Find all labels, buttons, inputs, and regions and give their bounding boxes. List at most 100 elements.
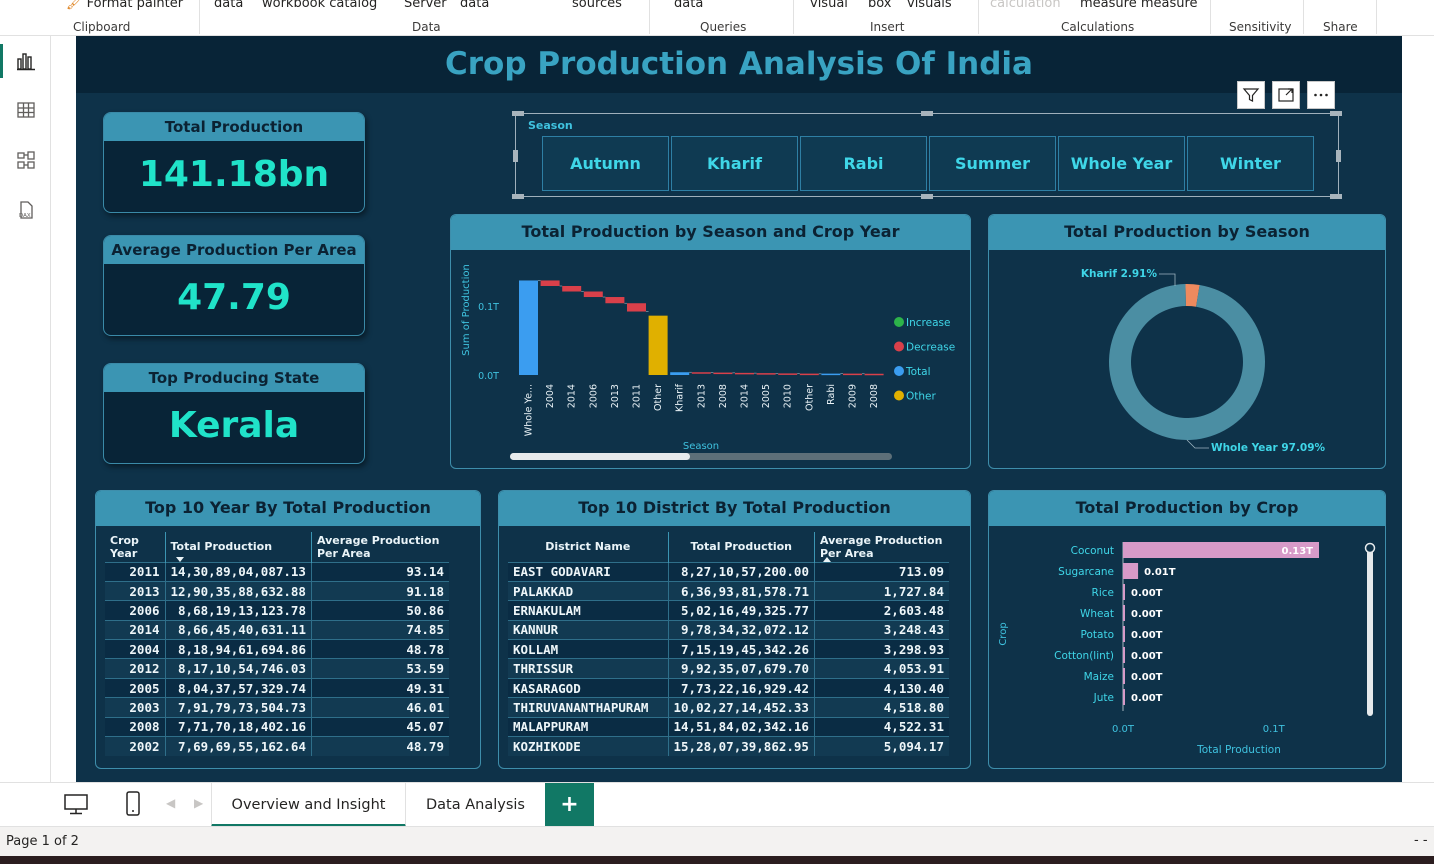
ribbon-data-3[interactable]: data	[674, 0, 703, 11]
ribbon-box[interactable]: box	[868, 0, 892, 11]
ribbon-visuals[interactable]: visuals	[907, 0, 952, 11]
resize-handle[interactable]	[1330, 194, 1342, 199]
year-row[interactable]: 2004 8,18,94,61,694.86 48.78	[105, 639, 449, 659]
season-option-kharif[interactable]: Kharif	[671, 136, 798, 191]
year-row[interactable]: 2003 7,91,79,73,504.73 46.01	[105, 697, 449, 718]
waterfall-bar[interactable]	[799, 373, 819, 376]
year-row[interactable]: 2014 8,66,45,40,631.11 74.85	[105, 619, 449, 640]
crop-bar[interactable]	[1123, 689, 1125, 705]
column-header-avg-production[interactable]: Average Production Per Area	[814, 532, 949, 562]
year-row[interactable]: 2012 8,17,10,54,746.03 53.59	[105, 658, 449, 679]
model-view-button[interactable]	[8, 142, 44, 178]
waterfall-bar[interactable]	[562, 285, 582, 292]
waterfall-bar[interactable]	[519, 280, 538, 375]
donut-slice[interactable]	[1109, 284, 1265, 440]
resize-handle[interactable]	[512, 111, 524, 116]
ribbon-server[interactable]: Server	[404, 0, 447, 11]
kpi-top-state[interactable]: Top Producing State Kerala	[103, 363, 365, 464]
waterfall-bar[interactable]	[735, 372, 754, 375]
year-row[interactable]: 2005 8,04,37,57,329.74 49.31	[105, 677, 449, 698]
district-row[interactable]: EAST GODAVARI 8,27,10,57,200.00 713.09	[508, 561, 949, 582]
year-row[interactable]: 2013 12,90,35,88,632.88 91.18	[105, 580, 449, 601]
season-option-winter[interactable]: Winter	[1187, 136, 1314, 191]
resize-handle[interactable]	[512, 194, 524, 199]
resize-handle[interactable]	[513, 150, 518, 162]
filter-button[interactable]	[1237, 81, 1265, 109]
ribbon-data-item[interactable]: data	[214, 0, 243, 11]
column-header-district[interactable]: District Name	[508, 532, 669, 562]
season-option-summer[interactable]: Summer	[929, 136, 1056, 191]
crop-panel[interactable]: Total Production by Crop Crop Total Prod…	[988, 490, 1386, 769]
district-row[interactable]: KOZHIKODE 15,28,07,39,862.95 5,094.17	[508, 736, 949, 756]
crop-bar[interactable]	[1123, 605, 1125, 621]
add-page-button[interactable]: +	[545, 783, 594, 827]
year-row[interactable]: 2002 7,69,69,55,162.64 48.79	[105, 736, 449, 756]
year-row[interactable]: 2008 7,71,70,18,402.16 45.07	[105, 716, 449, 737]
top-years-panel[interactable]: Top 10 Year By Total Production Crop Yea…	[95, 490, 481, 769]
district-row[interactable]: THIRUVANANTHAPURAM 10,02,27,14,452.33 4,51…	[508, 697, 949, 718]
kpi-total-production[interactable]: Total Production 141.18bn	[103, 112, 365, 213]
waterfall-bar[interactable]	[821, 373, 841, 376]
scroll-right-icon[interactable]: ▶	[194, 796, 203, 810]
resize-handle[interactable]	[1330, 111, 1342, 116]
crop-bar[interactable]	[1123, 668, 1125, 684]
ribbon-sources[interactable]: sources	[572, 0, 622, 11]
resize-handle[interactable]	[1336, 150, 1341, 162]
desktop-layout-button[interactable]	[63, 792, 89, 820]
focus-mode-button[interactable]	[1272, 81, 1300, 109]
season-option-rabi[interactable]: Rabi	[800, 136, 927, 191]
waterfall-bar[interactable]	[670, 372, 690, 375]
district-row[interactable]: KASARAGOD 7,73,22,16,929.42 4,130.40	[508, 677, 949, 698]
format-painter-button[interactable]: 🖌 Format painter	[66, 0, 183, 11]
tab-overview-and-insight[interactable]: Overview and Insight	[211, 783, 406, 827]
tab-data-analysis[interactable]: Data Analysis	[406, 783, 545, 827]
dax-query-view-button[interactable]: DAX	[8, 192, 44, 228]
scrollbar[interactable]	[1367, 546, 1373, 716]
district-row[interactable]: KOLLAM 7,15,19,45,342.26 3,298.93	[508, 639, 949, 659]
kpi-average-production[interactable]: Average Production Per Area 47.79	[103, 235, 365, 336]
column-header-total-production[interactable]: Total Production	[668, 532, 815, 562]
ribbon-measure[interactable]: measure measure	[1080, 0, 1198, 11]
district-row[interactable]: MALAPPURAM 14,51,84,02,342.16 4,522.31	[508, 716, 949, 737]
resize-handle[interactable]	[921, 194, 933, 199]
district-row[interactable]: THRISSUR 9,92,35,07,679.70 4,053.91	[508, 658, 949, 679]
table-view-button[interactable]	[8, 92, 44, 128]
scroll-left-icon[interactable]: ◀	[166, 796, 175, 810]
waterfall-bar[interactable]	[691, 372, 711, 374]
year-row[interactable]: 2011 14,30,89,04,087.13 93.14	[105, 561, 449, 582]
waterfall-bar[interactable]	[778, 373, 798, 375]
more-options-button[interactable]	[1307, 81, 1335, 109]
mobile-layout-button[interactable]	[124, 790, 142, 822]
donut-panel[interactable]: Total Production by Season Kharif 2.91% W…	[988, 214, 1386, 469]
season-option-whole-year[interactable]: Whole Year	[1058, 136, 1185, 191]
crop-bar[interactable]	[1123, 626, 1125, 642]
waterfall-panel[interactable]: Total Production by Season and Crop Year…	[450, 214, 971, 469]
waterfall-bar[interactable]	[605, 297, 625, 304]
waterfall-bar[interactable]	[843, 373, 862, 376]
waterfall-bar[interactable]	[864, 373, 884, 376]
waterfall-bar[interactable]	[713, 372, 733, 375]
district-row[interactable]: PALAKKAD 6,36,93,81,578.71 1,727.84	[508, 580, 949, 601]
scroll-handle[interactable]	[1364, 542, 1376, 554]
scrollbar-thumb[interactable]	[510, 453, 690, 460]
crop-bar[interactable]	[1123, 563, 1139, 579]
waterfall-bar[interactable]	[627, 303, 646, 312]
ribbon-workbook-catalog[interactable]: workbook catalog	[262, 0, 377, 11]
crop-bar[interactable]	[1123, 584, 1125, 600]
district-row[interactable]: ERNAKULAM 5,02,16,49,325.77 2,603.48	[508, 600, 949, 621]
season-option-autumn[interactable]: Autumn	[542, 136, 669, 191]
report-view-button[interactable]	[8, 43, 44, 79]
waterfall-bar[interactable]	[540, 280, 560, 286]
district-row[interactable]: KANNUR 9,78,34,32,072.12 3,248.43	[508, 619, 949, 640]
waterfall-bar[interactable]	[583, 291, 603, 298]
season-slicer[interactable]: Season Autumn Kharif Rabi Summer Whole Y…	[512, 111, 1342, 199]
top-districts-panel[interactable]: Top 10 District By Total Production Dist…	[498, 490, 971, 769]
waterfall-bar[interactable]	[756, 373, 776, 375]
year-row[interactable]: 2006 8,68,19,13,123.78 50.86	[105, 600, 449, 621]
crop-bar[interactable]	[1123, 647, 1125, 663]
ribbon-visual[interactable]: visual	[810, 0, 848, 11]
ribbon-data-2[interactable]: data	[460, 0, 489, 11]
ribbon-calculation[interactable]: calculation	[990, 0, 1061, 11]
column-header-avg-production[interactable]: Average Production Per Area	[311, 532, 449, 562]
resize-handle[interactable]	[921, 111, 933, 116]
